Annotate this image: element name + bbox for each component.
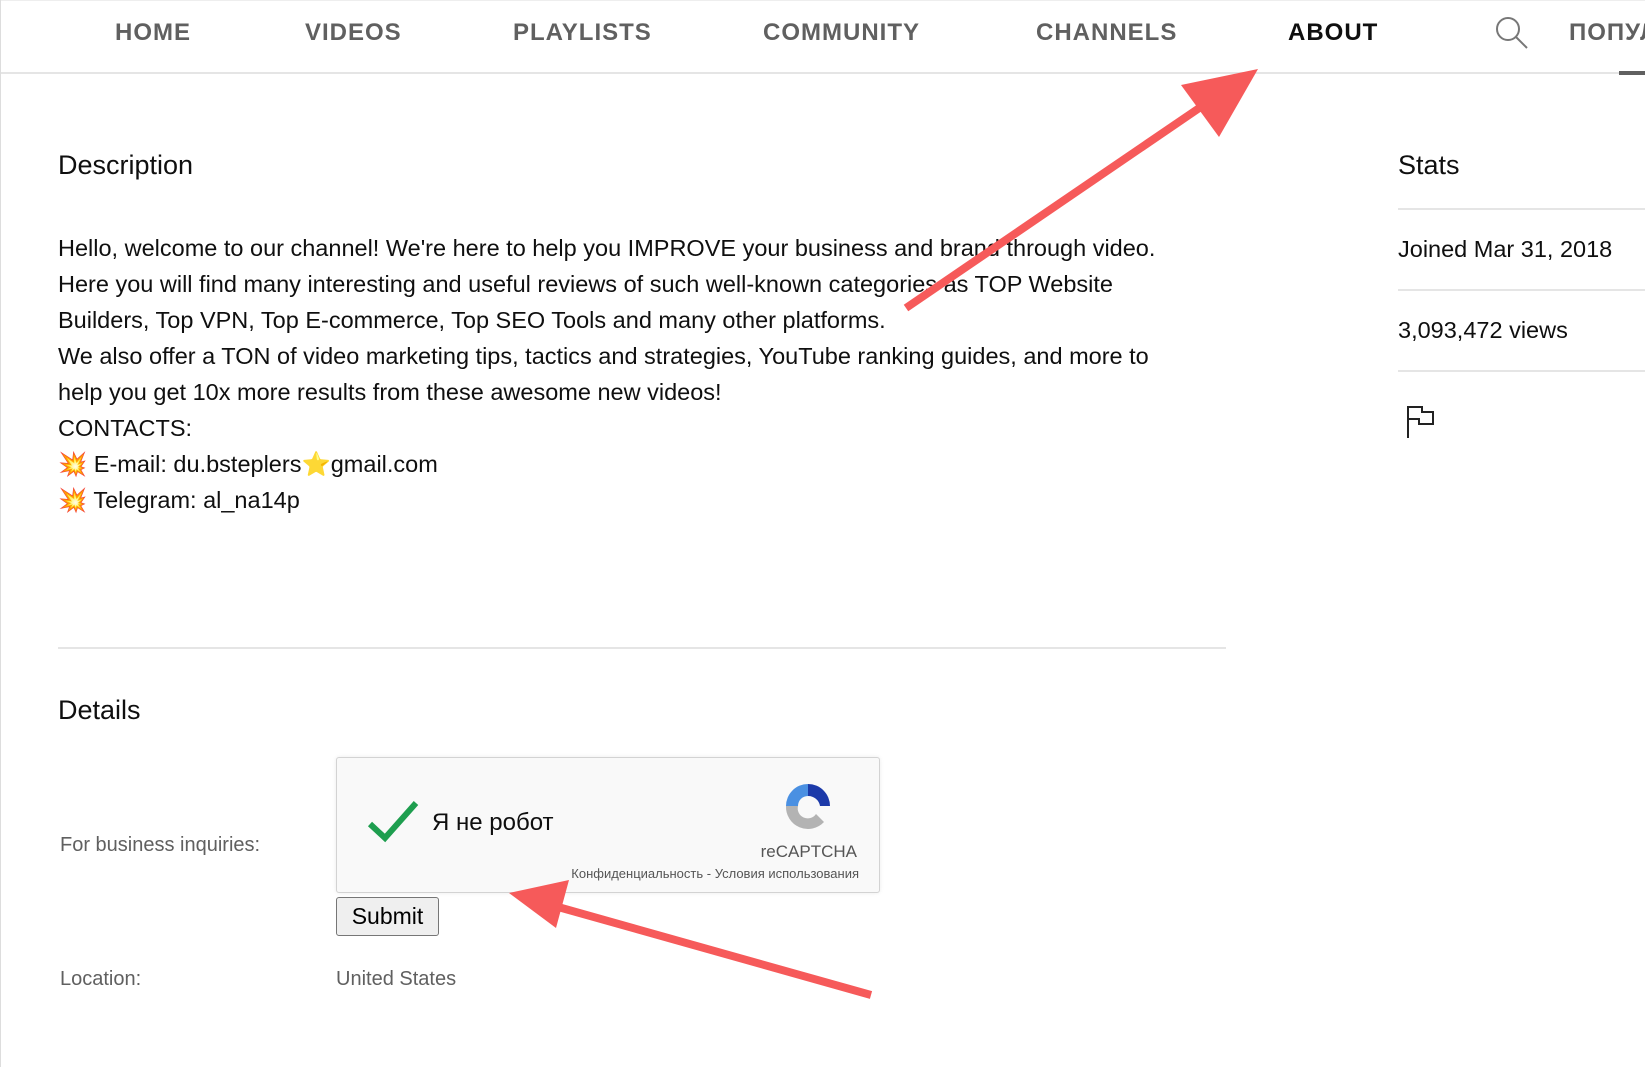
divider — [1398, 289, 1645, 291]
divider — [1398, 370, 1645, 372]
tab-channels[interactable]: CHANNELS — [1036, 19, 1177, 47]
terms-link[interactable]: Условия использования — [715, 866, 859, 881]
description-text: Hello, welcome to our channel! We're her… — [58, 230, 1238, 518]
submit-button[interactable]: Submit — [336, 897, 439, 936]
tab-home[interactable]: HOME — [115, 19, 191, 47]
tab-about[interactable]: ABOUT — [1288, 19, 1378, 47]
description-heading: Description — [58, 150, 194, 180]
joined-date: Joined Mar 31, 2018 — [1398, 236, 1613, 262]
tab-videos[interactable]: VIDEOS — [305, 19, 402, 47]
captcha-label: Я не робот — [432, 809, 554, 836]
recaptcha-brand: reCAPTCHA — [760, 842, 857, 861]
star-icon: ⭐ — [301, 451, 331, 477]
divider — [1398, 208, 1645, 210]
checkmark-icon[interactable] — [367, 798, 419, 844]
channel-nav: HOME VIDEOS PLAYLISTS COMMUNITY CHANNELS… — [1, 0, 1645, 75]
privacy-link[interactable]: Конфиденциальность — [571, 866, 703, 881]
email-line: 💥 E-mail: du.bsteplers⭐gmail.com — [58, 451, 438, 477]
tab-popular[interactable]: ПОПУЛ — [1569, 19, 1645, 47]
email-prefix: 💥 E-mail: du.bsteplers — [58, 451, 302, 477]
telegram-line: 💥 Telegram: al_na14p — [58, 487, 300, 513]
email-suffix: gmail.com — [330, 451, 438, 477]
business-inquiries-label: For business inquiries: — [60, 834, 261, 856]
separator: - — [703, 866, 715, 881]
description-body: Hello, welcome to our channel! We're her… — [58, 235, 1156, 441]
stats-heading: Stats — [1398, 150, 1460, 180]
view-count: 3,093,472 views — [1398, 317, 1568, 343]
divider — [58, 647, 1226, 649]
arrow-to-captcha — [509, 880, 873, 999]
search-icon[interactable] — [1494, 15, 1530, 51]
location-value: United States — [336, 968, 457, 990]
active-tab-indicator — [1619, 71, 1645, 75]
recaptcha-logo-icon — [785, 784, 830, 829]
tab-community[interactable]: COMMUNITY — [763, 19, 920, 47]
details-heading: Details — [58, 695, 141, 725]
tab-playlists[interactable]: PLAYLISTS — [513, 19, 652, 47]
location-label: Location: — [60, 968, 142, 990]
recaptcha-widget[interactable]: Я не робот reCAPTCHA Конфиденциальность … — [336, 757, 880, 893]
flag-icon[interactable] — [1405, 404, 1437, 440]
